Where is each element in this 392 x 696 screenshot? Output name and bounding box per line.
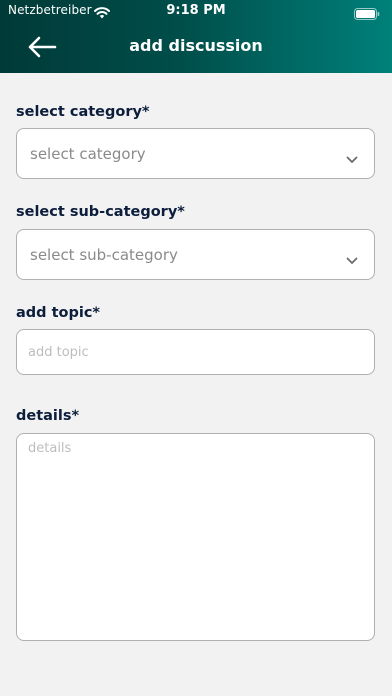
page-title: add discussion — [129, 36, 263, 55]
status-bar: Netzbetreiber 9:18 PM — [0, 0, 392, 22]
category-select-value: select category — [30, 145, 146, 163]
status-time: 9:18 PM — [166, 3, 226, 18]
topic-label: add topic* — [16, 305, 101, 321]
category-select[interactable]: select category — [16, 128, 375, 179]
sub-category-select[interactable]: select sub-category — [16, 229, 375, 280]
app-header: Netzbetreiber 9:18 PM add discussion — [0, 0, 392, 73]
category-label: select category* — [16, 104, 150, 120]
chevron-down-icon — [346, 149, 358, 168]
battery-icon — [354, 5, 380, 24]
topic-input[interactable] — [16, 329, 375, 375]
chevron-down-icon — [346, 250, 358, 269]
sub-category-select-value: select sub-category — [30, 246, 178, 264]
details-textarea[interactable] — [16, 433, 375, 641]
details-label: details* — [16, 408, 80, 424]
sub-category-label: select sub-category* — [16, 204, 185, 220]
